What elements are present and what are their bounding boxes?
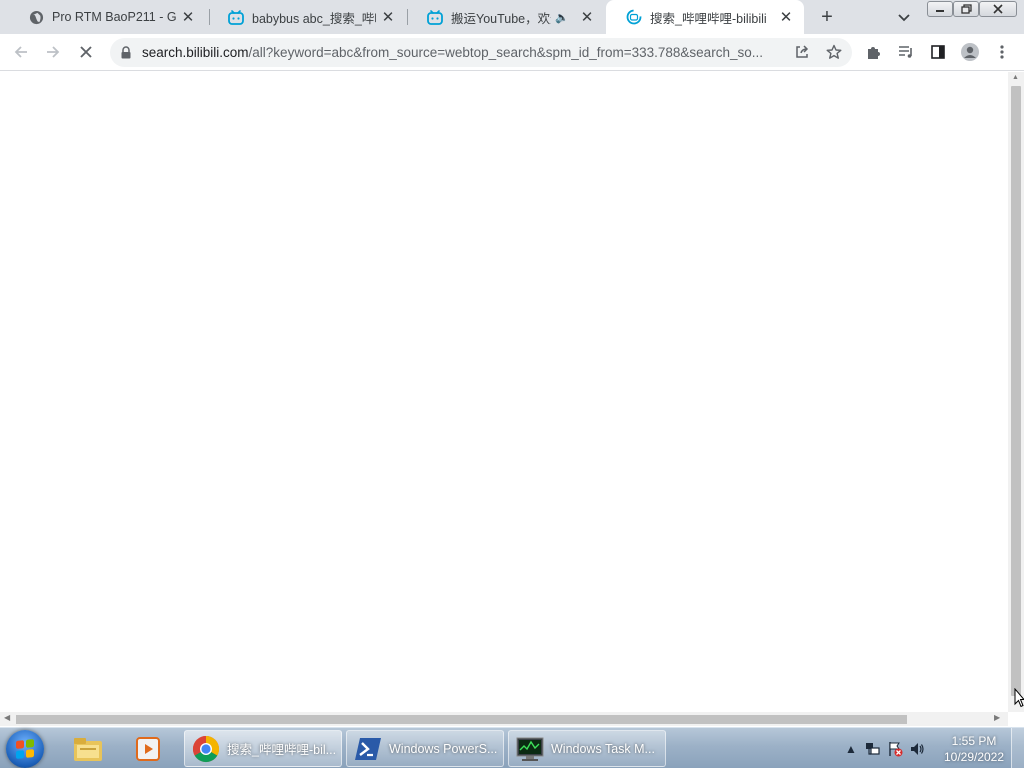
media-player-pinned-icon[interactable] <box>122 731 174 767</box>
scroll-left-arrow-icon[interactable]: ◀ <box>4 713 10 722</box>
clock-date: 10/29/2022 <box>943 750 1005 764</box>
bilibili-tv-icon <box>427 9 443 25</box>
tab-title: 搜索_哔哩哔哩-bilibili <box>650 11 767 26</box>
taskbar-item-powershell[interactable]: Windows PowerS... <box>346 730 504 767</box>
speaker-icon[interactable]: 🔈 <box>555 11 569 24</box>
volume-speaker-icon[interactable] <box>906 741 928 757</box>
mouse-cursor-icon <box>1014 687 1024 708</box>
close-tab-icon[interactable]: ✕ <box>380 9 396 26</box>
windows-logo-icon <box>16 739 34 759</box>
close-tab-icon[interactable]: ✕ <box>180 9 196 26</box>
url-text[interactable]: search.bilibili.com/all?keyword=abc&from… <box>142 45 782 60</box>
network-icon[interactable] <box>862 741 884 757</box>
url-host: search.bilibili.com <box>142 45 249 60</box>
show-hidden-icons-arrow[interactable]: ▲ <box>840 742 862 756</box>
taskbar-item-label: Windows PowerS... <box>389 741 498 756</box>
scroll-right-arrow-icon[interactable]: ▶ <box>994 713 1000 722</box>
restore-window-button[interactable] <box>953 1 979 17</box>
tab-3-active[interactable]: 搜索_哔哩哔哩-bilibili ✕ <box>606 0 804 34</box>
explorer-pinned-icon[interactable] <box>62 731 114 767</box>
clock-time: 1:55 PM <box>951 734 997 748</box>
tab-0[interactable]: Pro RTM BaoP211 - Goog ✕ <box>8 0 206 34</box>
bilibili-loading-icon <box>626 9 642 25</box>
side-panel-icon[interactable] <box>926 40 950 64</box>
close-tab-icon[interactable]: ✕ <box>579 9 595 26</box>
chrome-icon <box>191 734 221 764</box>
media-queue-icon[interactable] <box>894 40 918 64</box>
url-path: /all?keyword=abc&from_source=webtop_sear… <box>248 45 763 60</box>
horizontal-scrollbar[interactable]: ◀ ▶ <box>0 712 1008 726</box>
bookmark-star-icon[interactable] <box>822 40 846 64</box>
more-menu-icon[interactable] <box>990 40 1014 64</box>
browser-toolbar: search.bilibili.com/all?keyword=abc&from… <box>0 34 1024 71</box>
tab-title: babybus abc_搜索_哔哩哔 <box>252 11 376 26</box>
forward-button[interactable] <box>41 40 65 64</box>
scrollbar-corner <box>1008 712 1024 726</box>
taskbar-item-chrome[interactable]: 搜索_哔哩哔哩-bil... <box>184 730 342 767</box>
back-button[interactable] <box>9 40 33 64</box>
scroll-up-arrow-icon[interactable]: ▲ <box>1012 74 1019 81</box>
close-tab-icon[interactable]: ✕ <box>778 9 794 26</box>
profile-avatar-icon[interactable] <box>958 40 982 64</box>
vertical-scroll-thumb[interactable] <box>1011 86 1021 696</box>
taskbar-item-task-manager[interactable]: Windows Task M... <box>508 730 666 767</box>
tab-2[interactable]: 搬运YouTube，欢迎在 🔈 ✕ <box>407 0 605 34</box>
taskbar-clock[interactable]: 1:55 PM 10/29/2022 <box>938 733 1010 765</box>
windows-taskbar: 搜索_哔哩哔哩-bil... Windows PowerS... Windows… <box>0 727 1024 768</box>
tab-strip: Pro RTM BaoP211 - Goog ✕ babybus abc_搜索_… <box>0 0 1024 34</box>
lock-icon[interactable] <box>120 46 132 59</box>
globe-icon <box>28 9 44 25</box>
close-window-button[interactable] <box>979 1 1017 17</box>
extensions-puzzle-icon[interactable] <box>862 40 886 64</box>
horizontal-scroll-thumb[interactable] <box>16 715 907 724</box>
action-center-flag-error-icon[interactable] <box>884 741 906 757</box>
powershell-icon <box>353 734 383 764</box>
task-manager-icon <box>515 734 545 764</box>
page-content-blank <box>0 72 1008 712</box>
share-icon[interactable] <box>790 40 814 64</box>
tab-title: 搬运YouTube，欢迎在 <box>451 11 551 26</box>
stop-loading-button[interactable] <box>74 40 98 64</box>
tab-1[interactable]: babybus abc_搜索_哔哩哔 ✕ <box>208 0 406 34</box>
taskbar-item-label: Windows Task M... <box>551 741 655 756</box>
address-bar[interactable]: search.bilibili.com/all?keyword=abc&from… <box>110 38 852 67</box>
bilibili-tv-icon <box>228 9 244 25</box>
minimize-window-button[interactable] <box>927 1 953 17</box>
start-button[interactable] <box>6 730 44 768</box>
show-desktop-button[interactable] <box>1011 728 1024 768</box>
system-tray: ▲ <box>840 730 950 767</box>
tab-search-chevron-icon[interactable] <box>896 9 912 25</box>
new-tab-button[interactable]: + <box>815 5 839 29</box>
vertical-scrollbar[interactable]: ▲ <box>1008 72 1024 712</box>
taskbar-item-label: 搜索_哔哩哔哩-bil... <box>227 743 337 757</box>
tab-title: Pro RTM BaoP211 - Goog <box>52 10 176 24</box>
